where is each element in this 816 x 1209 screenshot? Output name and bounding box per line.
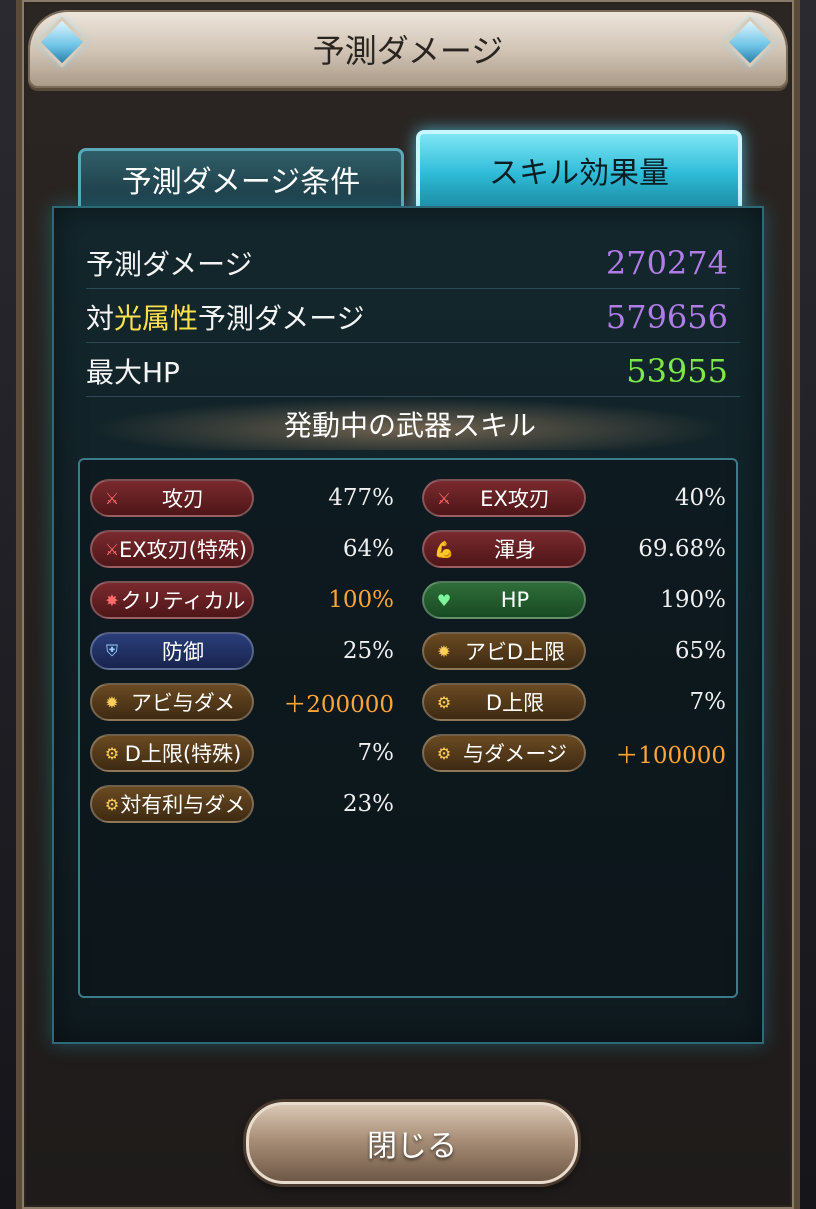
stat-value: 270274 [605, 244, 728, 282]
skill-name: アビD上限 [464, 640, 566, 664]
skill-badge: ⚙ 対有利与ダメ [90, 785, 254, 823]
stat-value: 53955 [626, 352, 728, 390]
ability-icon: ✹ [437, 641, 451, 661]
ability-icon: ✹ [105, 692, 119, 712]
skill-item: ⚙ D上限(特殊) 7% [90, 733, 400, 773]
skill-badge: ✹ アビD上限 [422, 632, 586, 670]
section-title: 発動中の武器スキル [90, 398, 730, 450]
gear-icon: ⚙ [104, 794, 120, 814]
skill-value: 100% [328, 587, 394, 613]
skill-value: ＋200000 [283, 692, 394, 718]
close-button[interactable]: 閉じる [246, 1102, 578, 1184]
dialog-title: 予測ダメージ [312, 32, 504, 70]
skill-badge: ⛨ 防御 [90, 632, 254, 670]
stat-label: 最大HP [86, 356, 180, 389]
skill-value: 23% [342, 791, 394, 817]
skill-badge: ✸ クリティカル [90, 581, 254, 619]
stat-value: 579656 [605, 298, 728, 336]
stat-row-max-hp: 最大HP 53955 [86, 346, 740, 397]
skill-item: ⚙ 与ダメージ ＋100000 [422, 733, 732, 773]
skill-value: 190% [660, 587, 726, 613]
skill-name: アビ与ダメ [130, 691, 236, 715]
shield-icon: ⛨ [105, 641, 118, 660]
skill-item: ⛨ 防御 25% [90, 631, 400, 671]
skill-value: 69.68% [638, 536, 726, 562]
skill-item: ⚔ EX攻刃(特殊) 64% [90, 529, 400, 569]
arm-icon: 💪 [434, 539, 454, 559]
skill-badge: ⚔ 攻刃 [90, 479, 254, 517]
skill-name: 攻刃 [162, 487, 204, 511]
skill-item: ✸ クリティカル 100% [90, 580, 400, 620]
skill-item: ⚙ D上限 7% [422, 682, 732, 722]
skill-badge: ⚙ 与ダメージ [422, 734, 586, 772]
skill-badge: ⚙ D上限(特殊) [90, 734, 254, 772]
skill-name: D上限 [485, 691, 545, 715]
skill-item: ⚙ 対有利与ダメ 23% [90, 784, 400, 824]
skill-item: ✹ アビ与ダメ ＋200000 [90, 682, 400, 722]
skill-name: 防御 [162, 640, 204, 664]
stat-row-light-damage: 対光属性予測ダメージ 579656 [86, 292, 740, 343]
skill-value: 65% [674, 638, 726, 664]
tab-label: 予測ダメージ条件 [121, 164, 361, 200]
gear-icon: ⚙ [104, 743, 120, 763]
dialog-title-bar: 予測ダメージ [28, 10, 788, 88]
skill-badge: ♥ HP [422, 581, 586, 619]
skill-value: 477% [328, 485, 394, 511]
skill-badge: ✹ アビ与ダメ [90, 683, 254, 721]
stat-label: 予測ダメージ [86, 248, 253, 281]
skill-badge: 💪 渾身 [422, 530, 586, 568]
skill-item: ⚔ EX攻刃 40% [422, 478, 732, 518]
skill-name: HP [500, 588, 530, 612]
skill-value: 40% [674, 485, 726, 511]
sword-icon: ⚔ [104, 488, 120, 508]
gear-icon: ⚙ [436, 743, 452, 763]
skill-badge: ⚔ EX攻刃(特殊) [90, 530, 254, 568]
sword-icon: ⚔ [436, 488, 452, 508]
skill-value: 7% [689, 689, 727, 715]
skill-badge: ⚔ EX攻刃 [422, 479, 586, 517]
gear-icon: ⚙ [436, 692, 452, 712]
tab-skill-effects[interactable]: スキル効果量 [416, 130, 742, 210]
heart-icon: ♥ [436, 590, 452, 610]
skill-value: 7% [357, 740, 395, 766]
skill-name: 与ダメージ [463, 742, 567, 766]
skill-value: 64% [342, 536, 394, 562]
tab-prediction-conditions[interactable]: 予測ダメージ条件 [78, 148, 404, 206]
stat-label: 対光属性予測ダメージ [86, 302, 365, 335]
skill-value: ＋100000 [615, 743, 726, 769]
tab-label: スキル効果量 [489, 156, 669, 191]
skill-item: ♥ HP 190% [422, 580, 732, 620]
skill-badge: ⚙ D上限 [422, 683, 586, 721]
skill-name: 渾身 [494, 538, 536, 562]
stat-row-predicted-damage: 予測ダメージ 270274 [86, 238, 740, 289]
sword-icon: ⚔ [104, 539, 120, 559]
skill-item: 💪 渾身 69.68% [422, 529, 732, 569]
burst-icon: ✸ [105, 590, 119, 610]
skill-item: ✹ アビD上限 65% [422, 631, 732, 671]
skill-name: EX攻刃 [480, 487, 550, 511]
skill-value: 25% [342, 638, 394, 664]
skill-name: D上限(特殊) [124, 742, 242, 766]
skill-item: ⚔ 攻刃 477% [90, 478, 400, 518]
